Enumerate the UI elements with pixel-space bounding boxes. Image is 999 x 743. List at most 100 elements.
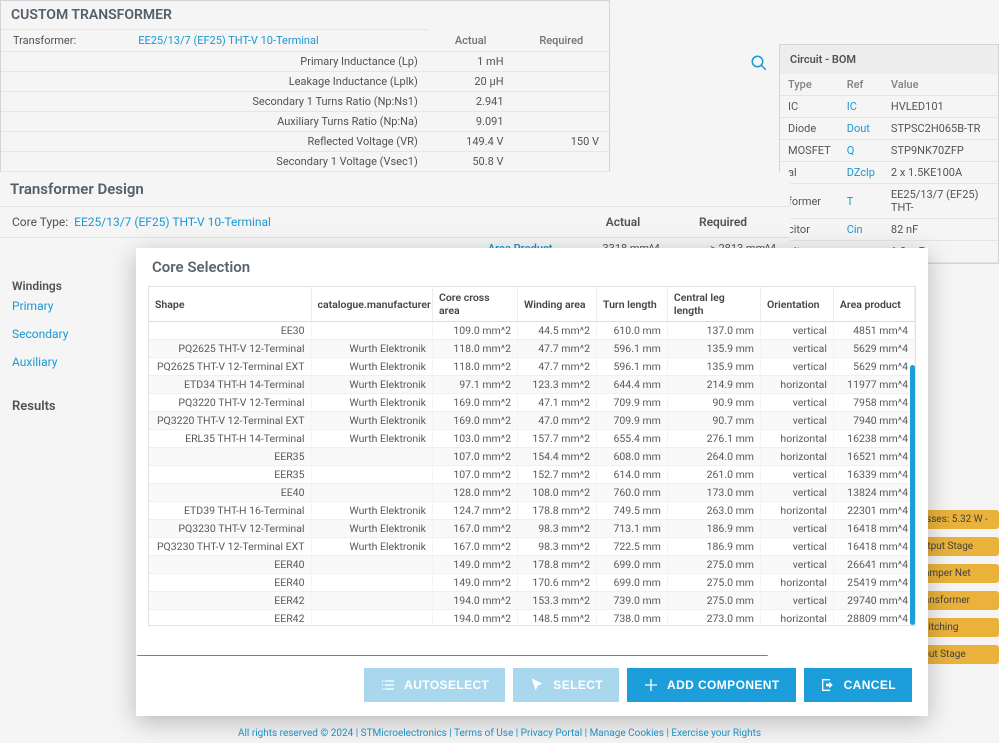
- core-column-header[interactable]: Core cross area: [433, 287, 518, 322]
- cell-orient: vertical: [761, 484, 834, 502]
- bom-value: HVLED101: [883, 96, 998, 118]
- cell-shape: EER35: [149, 448, 311, 466]
- bom-header-ref: Ref: [839, 74, 883, 96]
- add-component-button[interactable]: ADD COMPONENT: [627, 668, 796, 702]
- cell-cross: 194.0 mm^2: [433, 592, 518, 610]
- cell-area: 29740 mm^4: [833, 592, 914, 610]
- core-table-row[interactable]: ETD39 THT-H 16-TerminalWurth Elektronik1…: [149, 502, 915, 520]
- cell-wind: 178.8 mm^2: [518, 502, 597, 520]
- core-column-header[interactable]: Central leg length: [667, 287, 760, 322]
- core-table-row[interactable]: EER40149.0 mm^2178.8 mm^2699.0 mm275.0 m…: [149, 556, 915, 574]
- cell-mfr: [311, 448, 433, 466]
- cell-orient: vertical: [761, 340, 834, 358]
- core-column-header[interactable]: Orientation: [761, 287, 834, 322]
- modal-title: Core Selection: [136, 248, 928, 282]
- cell-shape: PQ3230 THT-V 12-Terminal EXT: [149, 538, 311, 556]
- cell-cross: 194.0 mm^2: [433, 610, 518, 627]
- core-table-row[interactable]: PQ3230 THT-V 12-Terminal EXTWurth Elektr…: [149, 538, 915, 556]
- core-table-row[interactable]: ERL35 THT-H 14-TerminalWurth Elektronik1…: [149, 430, 915, 448]
- cell-wind: 47.0 mm^2: [518, 412, 597, 430]
- core-table-row[interactable]: EER42194.0 mm^2148.5 mm^2738.0 mm273.0 m…: [149, 610, 915, 627]
- cell-shape: PQ3220 THT-V 12-Terminal: [149, 394, 311, 412]
- core-table-row[interactable]: EE30109.0 mm^244.5 mm^2610.0 mm137.0 mmv…: [149, 322, 915, 340]
- cell-orient: horizontal: [761, 430, 834, 448]
- footer-link[interactable]: | Exercise your Rights: [664, 728, 761, 739]
- cell-orient: vertical: [761, 592, 834, 610]
- core-column-header[interactable]: Area product: [833, 287, 914, 322]
- core-table-row[interactable]: PQ3230 THT-V 12-TerminalWurth Elektronik…: [149, 520, 915, 538]
- core-table-row[interactable]: PQ3220 THT-V 12-TerminalWurth Elektronik…: [149, 394, 915, 412]
- search-icon[interactable]: [750, 54, 768, 76]
- cell-shape: EER42: [149, 610, 311, 627]
- cell-turn: 749.5 mm: [597, 502, 668, 520]
- core-column-header[interactable]: catalogue.manufacturer: [311, 287, 433, 322]
- cell-leg: 186.9 mm: [667, 538, 760, 556]
- cell-wind: 148.5 mm^2: [518, 610, 597, 627]
- footer-link[interactable]: | Terms of Use: [447, 728, 513, 739]
- core-table-row[interactable]: EER40149.0 mm^2170.6 mm^2699.0 mm275.0 m…: [149, 574, 915, 592]
- cell-shape: EER42: [149, 592, 311, 610]
- footer-link[interactable]: | STMicroelectronics: [356, 728, 447, 739]
- core-table-row[interactable]: PQ2625 THT-V 12-TerminalWurth Elektronik…: [149, 340, 915, 358]
- cell-mfr: Wurth Elektronik: [311, 430, 433, 448]
- cell-area: 16238 mm^4: [833, 430, 914, 448]
- core-table-row[interactable]: EE40128.0 mm^2108.0 mm^2760.0 mm173.0 mm…: [149, 484, 915, 502]
- cell-wind: 47.7 mm^2: [518, 358, 597, 376]
- cell-turn: 722.5 mm: [597, 538, 668, 556]
- transformer-name-link[interactable]: EE25/13/7 (EF25) THT-V 10-Terminal: [128, 30, 428, 52]
- cell-mfr: Wurth Elektronik: [311, 358, 433, 376]
- cell-area: 5629 mm^4: [833, 358, 914, 376]
- cell-area: 4851 mm^4: [833, 322, 914, 340]
- ct-row-label: Secondary 1 Voltage (Vsec1): [1, 151, 428, 171]
- footer-link[interactable]: | Manage Cookies: [582, 728, 664, 739]
- bom-ref-link[interactable]: Cin: [839, 219, 883, 241]
- plus-icon: [643, 677, 659, 693]
- core-column-header[interactable]: Shape: [149, 287, 311, 322]
- transformer-row-label: Transformer:: [1, 30, 128, 52]
- core-table-wrap: Shapecatalogue.manufacturerCore cross ar…: [148, 286, 916, 626]
- core-column-header[interactable]: Winding area: [518, 287, 597, 322]
- bom-value: EE25/13/7 (EF25) THT-: [883, 184, 998, 219]
- core-type-link[interactable]: EE25/13/7 (EF25) THT-V 10-Terminal: [74, 215, 271, 229]
- core-column-header[interactable]: Turn length: [597, 287, 668, 322]
- core-table-row[interactable]: PQ3220 THT-V 12-Terminal EXTWurth Elektr…: [149, 412, 915, 430]
- cell-turn: 760.0 mm: [597, 484, 668, 502]
- bom-ref-link[interactable]: T: [839, 184, 883, 219]
- vertical-scrollbar[interactable]: [910, 305, 915, 625]
- add-component-label: ADD COMPONENT: [667, 678, 780, 692]
- cell-wind: 153.3 mm^2: [518, 592, 597, 610]
- bom-type: Diode: [780, 118, 839, 140]
- cell-leg: 90.7 mm: [667, 412, 760, 430]
- design-header-actual: Actual: [578, 215, 668, 229]
- bom-value: STPSC2H065B-TR: [883, 118, 998, 140]
- core-table-row[interactable]: ETD34 THT-H 14-TerminalWurth Elektronik9…: [149, 376, 915, 394]
- bom-ref-link[interactable]: DZclp: [839, 162, 883, 184]
- ct-row-required: [514, 71, 609, 91]
- bom-ref-link[interactable]: Q: [839, 140, 883, 162]
- cell-shape: PQ2625 THT-V 12-Terminal EXT: [149, 358, 311, 376]
- cell-mfr: Wurth Elektronik: [311, 412, 433, 430]
- select-button[interactable]: SELECT: [513, 668, 619, 702]
- cell-orient: horizontal: [761, 502, 834, 520]
- cell-turn: 614.0 mm: [597, 466, 668, 484]
- autoselect-button[interactable]: AUTOSELECT: [364, 668, 505, 702]
- core-table-row[interactable]: EER35107.0 mm^2154.4 mm^2608.0 mm264.0 m…: [149, 448, 915, 466]
- cancel-button[interactable]: CANCEL: [804, 668, 912, 702]
- ct-row-label: Primary Inductance (Lp): [1, 51, 428, 71]
- core-table-row[interactable]: EER35107.0 mm^2152.7 mm^2614.0 mm261.0 m…: [149, 466, 915, 484]
- cell-cross: 103.0 mm^2: [433, 430, 518, 448]
- core-table-row[interactable]: PQ2625 THT-V 12-Terminal EXTWurth Elektr…: [149, 358, 915, 376]
- ct-row-required: 150 V: [514, 131, 609, 151]
- core-table-row[interactable]: EER42194.0 mm^2153.3 mm^2739.0 mm275.0 m…: [149, 592, 915, 610]
- bom-value: 82 nF: [883, 219, 998, 241]
- bom-ref-link[interactable]: IC: [839, 96, 883, 118]
- bom-ref-link[interactable]: Dout: [839, 118, 883, 140]
- autoselect-label: AUTOSELECT: [404, 678, 489, 692]
- horizontal-scrollbar[interactable]: [136, 655, 908, 656]
- cell-wind: 47.7 mm^2: [518, 340, 597, 358]
- select-label: SELECT: [553, 678, 603, 692]
- ct-row-actual: 149.4 V: [428, 131, 514, 151]
- cell-cross: 109.0 mm^2: [433, 322, 518, 340]
- ct-row-actual: 20 µH: [428, 71, 514, 91]
- footer-link[interactable]: | Privacy Portal: [513, 728, 582, 739]
